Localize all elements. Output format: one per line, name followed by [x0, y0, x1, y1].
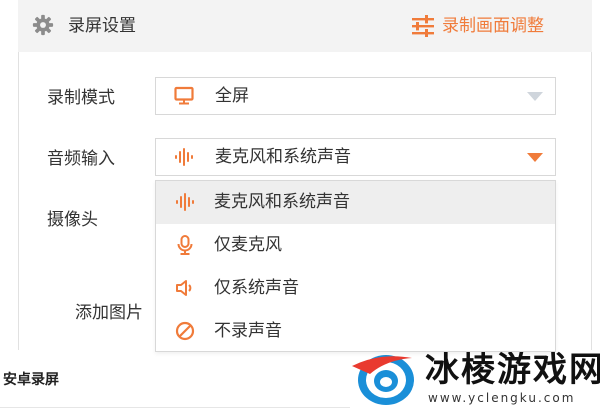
soundwave-icon: [176, 193, 194, 211]
speaker-icon: [176, 280, 192, 296]
gear-icon: [32, 14, 54, 36]
audio-option-no-sound[interactable]: 不录声音: [156, 310, 555, 353]
microphone-icon: [177, 235, 193, 255]
mode-label: 录制模式: [47, 88, 115, 108]
chevron-down-icon[interactable]: [527, 92, 543, 101]
adjust-recording-label[interactable]: 录制画面调整: [442, 14, 544, 38]
audio-dropdown: 麦克风和系统声音 仅麦克风 仅系统声音 不录声音: [155, 180, 556, 352]
watermark-title: 冰棱游戏网: [425, 350, 600, 390]
audio-value: 麦克风和系统声音: [215, 147, 351, 167]
option-label: 不录声音: [214, 321, 282, 341]
audio-select[interactable]: 麦克风和系统声音: [155, 138, 556, 176]
sliders-icon[interactable]: [411, 15, 435, 37]
divider: [0, 407, 350, 408]
panel-divider: [591, 52, 592, 350]
panel-title: 录屏设置: [68, 16, 136, 36]
monitor-icon: [174, 86, 194, 105]
mode-value: 全屏: [215, 86, 249, 106]
mute-icon: [175, 321, 195, 341]
option-label: 仅系统声音: [214, 278, 299, 298]
watermark-logo-icon: [352, 355, 414, 405]
option-label: 麦克风和系统声音: [214, 192, 350, 212]
watermark-url: www.yclengku.com: [428, 391, 576, 405]
audio-option-mic-and-system[interactable]: 麦克风和系统声音: [156, 181, 555, 224]
panel-divider: [18, 52, 19, 350]
option-label: 仅麦克风: [214, 235, 282, 255]
camera-label: 摄像头: [47, 210, 98, 230]
soundwave-icon: [175, 148, 193, 166]
audio-option-system-only[interactable]: 仅系统声音: [156, 267, 555, 310]
footer-title: 安卓录屏: [3, 372, 59, 388]
add-image-label: 添加图片: [75, 303, 143, 323]
mode-select[interactable]: 全屏: [155, 77, 556, 115]
audio-option-mic-only[interactable]: 仅麦克风: [156, 224, 555, 267]
audio-label: 音频输入: [47, 149, 115, 169]
chevron-down-icon[interactable]: [527, 153, 543, 162]
